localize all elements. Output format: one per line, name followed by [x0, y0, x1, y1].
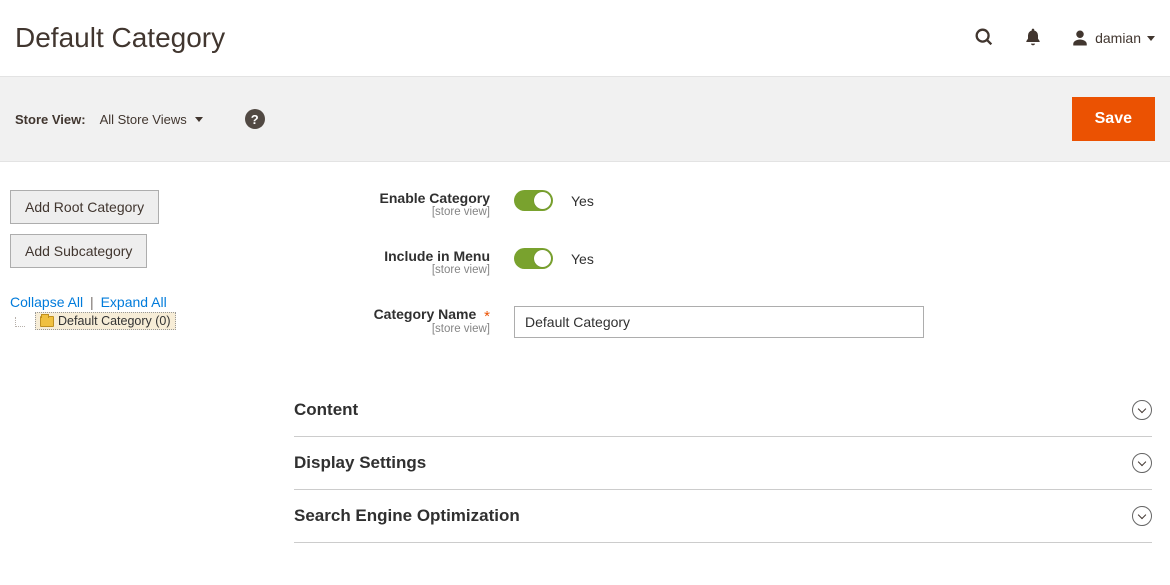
section-title: Content: [294, 400, 358, 420]
include-in-menu-value-text: Yes: [571, 251, 594, 267]
include-in-menu-scope: [store view]: [294, 264, 490, 276]
section-title: Search Engine Optimization: [294, 506, 520, 526]
user-menu[interactable]: damian: [1071, 29, 1155, 47]
search-icon[interactable]: [973, 26, 995, 51]
required-indicator: *: [484, 308, 490, 325]
section-content[interactable]: Content: [294, 384, 1152, 437]
chevron-down-icon: [1132, 506, 1152, 526]
collapse-all-link[interactable]: Collapse All: [10, 294, 83, 310]
section-title: Display Settings: [294, 453, 426, 473]
user-icon: [1071, 29, 1089, 47]
chevron-down-icon: [1147, 36, 1155, 41]
help-icon[interactable]: ?: [245, 109, 265, 129]
folder-icon: [40, 316, 54, 327]
section-display-settings[interactable]: Display Settings: [294, 437, 1152, 490]
expand-all-link[interactable]: Expand All: [101, 294, 167, 310]
enable-category-scope: [store view]: [294, 206, 490, 218]
chevron-down-icon: [1132, 453, 1152, 473]
chevron-down-icon: [1132, 400, 1152, 420]
store-view-label: Store View:: [15, 112, 86, 127]
bell-icon[interactable]: [1023, 27, 1043, 50]
store-view-value: All Store Views: [100, 112, 187, 127]
section-seo[interactable]: Search Engine Optimization: [294, 490, 1152, 543]
include-in-menu-label: Include in Menu: [294, 248, 490, 264]
save-button[interactable]: Save: [1072, 97, 1155, 141]
add-root-category-button[interactable]: Add Root Category: [10, 190, 159, 224]
tree-connector-icon: [15, 317, 25, 327]
category-name-input[interactable]: [514, 306, 924, 338]
include-in-menu-toggle[interactable]: [514, 248, 553, 269]
store-view-switcher[interactable]: All Store Views: [100, 112, 203, 127]
category-name-scope: [store view]: [294, 323, 490, 335]
tree-node-default-category[interactable]: Default Category (0): [35, 312, 176, 330]
tree-node-label: Default Category (0): [58, 314, 171, 328]
enable-category-label: Enable Category: [294, 190, 490, 206]
tree-separator: |: [90, 294, 94, 310]
category-name-label: Category Name: [374, 306, 477, 322]
user-name-label: damian: [1095, 30, 1141, 46]
add-subcategory-button[interactable]: Add Subcategory: [10, 234, 147, 268]
page-title: Default Category: [15, 22, 225, 54]
toggle-knob: [534, 250, 551, 267]
enable-category-toggle[interactable]: [514, 190, 553, 211]
chevron-down-icon: [195, 117, 203, 122]
toggle-knob: [534, 192, 551, 209]
enable-category-value-text: Yes: [571, 193, 594, 209]
